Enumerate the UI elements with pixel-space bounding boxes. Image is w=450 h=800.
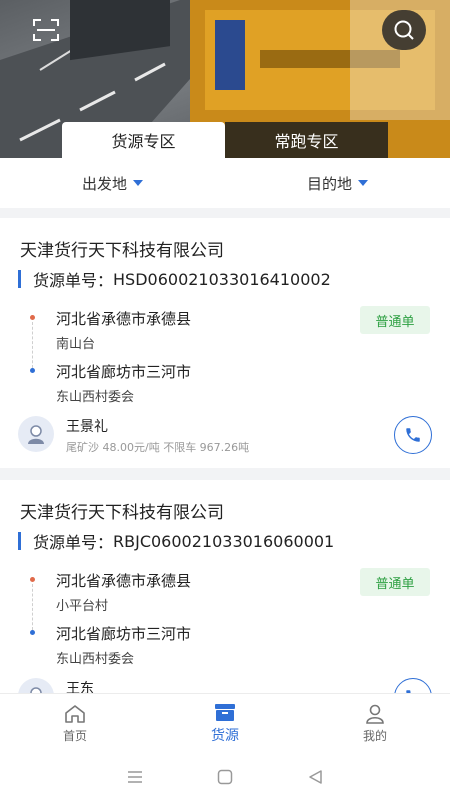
system-nav-bar xyxy=(0,753,450,800)
route-line xyxy=(32,584,33,630)
nav-source[interactable]: 货源 xyxy=(150,694,300,753)
order-label: 货源单号： xyxy=(33,533,114,552)
menu-icon[interactable] xyxy=(127,770,143,784)
user-avatar-icon xyxy=(28,425,44,444)
accent-bar xyxy=(18,532,21,550)
cargo-card[interactable]: 天津货行天下科技有限公司 货源单号： HSD060021033016410002… xyxy=(0,218,450,468)
destination-place: 河北省廊坊市三河市 xyxy=(56,625,192,643)
order-value: RBJC060021033016060001 xyxy=(113,531,335,551)
accent-bar xyxy=(18,270,21,288)
home-icon xyxy=(65,704,85,723)
search-button[interactable] xyxy=(382,10,426,50)
order-value: HSD060021033016410002 xyxy=(113,269,331,289)
caret-down-icon xyxy=(133,180,143,186)
cargo-box-icon xyxy=(215,704,235,721)
company-name: 天津货行天下科技有限公司 xyxy=(20,241,224,261)
destination-detail: 东山西村委会 xyxy=(56,390,135,405)
scan-icon xyxy=(33,19,59,41)
nav-mine-label: 我的 xyxy=(362,728,387,743)
scan-button[interactable] xyxy=(24,12,68,48)
destination-filter-label: 目的地 xyxy=(306,174,352,193)
order-type-badge: 普通单 xyxy=(360,306,430,334)
search-icon xyxy=(394,20,414,40)
order-number: 货源单号： HSD060021033016410002 xyxy=(18,268,331,290)
order-number: 货源单号： RBJC060021033016060001 xyxy=(18,530,334,552)
zone-tabs: 货源专区 常跑专区 xyxy=(62,122,388,158)
nav-mine[interactable]: 我的 xyxy=(300,694,450,753)
filter-bar: 出发地 目的地 xyxy=(0,158,450,208)
user-icon xyxy=(366,704,384,724)
goods-info: 尾矿沙 48.00元/吨 不限车 967.26吨 xyxy=(66,441,250,454)
order-label: 货源单号： xyxy=(33,271,114,290)
nav-home-label: 首页 xyxy=(62,728,87,743)
origin-dot xyxy=(30,315,35,320)
destination-filter[interactable]: 目的地 xyxy=(225,158,450,208)
origin-detail: 小平台村 xyxy=(56,599,109,614)
call-button[interactable] xyxy=(394,416,432,454)
driver-name: 王景礼 xyxy=(66,419,108,435)
destination-detail: 东山西村委会 xyxy=(56,652,135,667)
origin-detail: 南山台 xyxy=(56,337,96,352)
caret-down-icon xyxy=(358,180,368,186)
origin-place: 河北省承德市承德县 xyxy=(56,310,192,328)
order-type-badge: 普通单 xyxy=(360,568,430,596)
company-name: 天津货行天下科技有限公司 xyxy=(20,503,224,523)
origin-place: 河北省承德市承德县 xyxy=(56,572,192,590)
nav-source-label: 货源 xyxy=(211,728,239,744)
route-line xyxy=(32,322,33,368)
destination-dot xyxy=(30,630,35,635)
destination-dot xyxy=(30,368,35,373)
avatar xyxy=(18,416,54,452)
phone-icon xyxy=(406,428,420,442)
origin-filter[interactable]: 出发地 xyxy=(0,158,225,208)
tab-regular-zone[interactable]: 常跑专区 xyxy=(225,122,388,158)
origin-filter-label: 出发地 xyxy=(81,174,127,193)
destination-place: 河北省廊坊市三河市 xyxy=(56,363,192,381)
home-square-icon[interactable] xyxy=(217,769,233,785)
origin-dot xyxy=(30,577,35,582)
tab-source-zone[interactable]: 货源专区 xyxy=(62,122,225,158)
back-icon[interactable] xyxy=(307,769,323,785)
bottom-nav: 首页 货源 我的 xyxy=(0,693,450,753)
nav-home[interactable]: 首页 xyxy=(0,694,150,753)
